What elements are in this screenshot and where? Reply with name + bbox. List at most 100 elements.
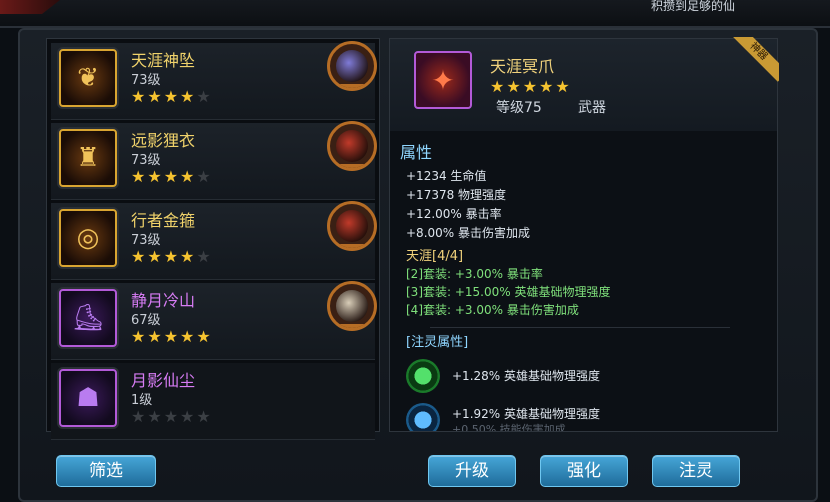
star-rating: ★★★★★ <box>131 87 213 106</box>
ribbon-label: 神器 <box>733 37 779 82</box>
equipped-hero-avatar[interactable] <box>327 281 377 331</box>
equipment-icon: ❦ <box>59 49 117 107</box>
star-icon: ★ <box>147 87 164 106</box>
set-title: 天涯[4/4] <box>406 249 464 264</box>
star-icon: ★ <box>490 77 507 96</box>
set-bonus: [4]套装: +3.00% 暴击伤害加成 <box>406 303 579 317</box>
infusion-heading: [注灵属性] <box>406 335 469 350</box>
armor-icon: ♜ <box>76 143 100 173</box>
star-rating: ★★★★★ <box>131 167 213 186</box>
star-icon: ★ <box>163 327 181 346</box>
stat-line: +12.00% 暴击率 <box>406 207 502 221</box>
equipment-name: 天涯神坠 <box>131 51 196 70</box>
equipment-list-item[interactable]: ☗ 月影仙尘 1级 ★★★★★ <box>51 363 375 440</box>
claw-weapon-icon: ✦ <box>431 63 455 97</box>
detail-equipment-icon: ✦ <box>414 51 472 109</box>
equipment-icon: ☗ <box>59 369 117 427</box>
star-icon: ★ <box>147 247 164 266</box>
star-icon: ★ <box>196 167 213 186</box>
ring-icon: ◎ <box>76 223 100 253</box>
star-icon: ★ <box>131 407 148 426</box>
filter-button[interactable]: 筛选 <box>56 455 156 487</box>
blue-infusion-orb-icon <box>406 403 440 431</box>
equipment-icon: ⛸ <box>59 289 117 347</box>
equipment-name: 月影仙尘 <box>131 371 196 390</box>
star-icon: ★ <box>147 327 164 346</box>
equipment-list-item[interactable]: ♜ 远影狸衣 73级 ★★★★★ <box>51 121 377 200</box>
detail-level: 等级75 <box>496 100 542 116</box>
top-notice: 积攒到足够的仙 <box>650 0 735 13</box>
star-icon: ★ <box>506 77 523 96</box>
hero-avatar-white <box>336 290 368 322</box>
infusion-row: +1.92% 英雄基础物理强度 +0.50% 技能伤害加成 <box>406 403 746 431</box>
star-icon: ★ <box>555 77 572 96</box>
equipment-level: 73级 <box>131 73 161 88</box>
star-rating: ★★★★★ <box>131 407 213 426</box>
section-divider <box>430 327 730 328</box>
equipment-name: 静月冷山 <box>131 291 196 310</box>
star-icon: ★ <box>131 327 148 346</box>
equipment-list: ❦ 天涯神坠 73级 ★★★★★ ♜ 远影狸衣 73级 ★★★★★ ◎ 行者金箍 73级 ★★★★★ ⛸… <box>46 38 380 440</box>
star-icon: ★ <box>131 87 148 106</box>
equipment-list-item[interactable]: ◎ 行者金箍 73级 ★★★★★ <box>51 201 377 280</box>
star-icon: ★ <box>196 247 213 266</box>
equipment-list-item[interactable]: ⛸ 静月冷山 67级 ★★★★★ <box>51 281 377 360</box>
boots-icon: ⛸ <box>71 303 105 333</box>
star-icon: ★ <box>196 407 213 426</box>
star-rating: ★★★★★ <box>131 327 213 346</box>
equipped-hero-avatar[interactable] <box>327 201 377 251</box>
set-bonus: [3]套装: +15.00% 英雄基础物理强度 <box>406 285 611 299</box>
enhance-button[interactable]: 强化 <box>540 455 628 487</box>
equipment-name: 远影狸衣 <box>131 131 196 150</box>
star-icon: ★ <box>163 87 181 106</box>
top-bar-decoration <box>0 0 60 14</box>
attributes-heading: 属性 <box>400 143 433 162</box>
set-bonus: [2]套装: +3.00% 暴击率 <box>406 267 543 281</box>
equipment-level: 73级 <box>131 153 161 168</box>
star-icon: ★ <box>180 327 197 346</box>
star-icon: ★ <box>196 327 213 346</box>
stat-line: +1234 生命值 <box>406 169 487 183</box>
star-icon: ★ <box>131 167 148 186</box>
detail-header: ✦ 天涯冥爪 ★★★★★ 等级75 武器 神器 <box>390 37 779 131</box>
infusion-subtext: +0.50% 技能伤害加成 <box>452 423 566 431</box>
cloak-icon: ☗ <box>76 383 100 413</box>
star-icon: ★ <box>522 77 540 96</box>
top-bar: 积攒到足够的仙 <box>0 0 830 28</box>
equipment-detail: ✦ 天涯冥爪 ★★★★★ 等级75 武器 神器 属性 +1234 生命值 +17… <box>389 37 779 432</box>
detail-equipment-name: 天涯冥爪 <box>490 57 555 76</box>
infusion-text: +1.92% 英雄基础物理强度 <box>452 407 600 421</box>
star-icon: ★ <box>539 77 556 96</box>
star-icon: ★ <box>147 407 164 426</box>
equipped-hero-avatar[interactable] <box>327 41 377 91</box>
stat-line: +8.00% 暴击伤害加成 <box>406 226 530 240</box>
star-icon: ★ <box>163 167 181 186</box>
equipment-level: 1级 <box>131 393 153 408</box>
star-icon: ★ <box>163 247 181 266</box>
hero-avatar-red <box>336 210 368 242</box>
star-icon: ★ <box>180 407 197 426</box>
star-icon: ★ <box>163 407 181 426</box>
upgrade-button[interactable]: 升级 <box>428 455 516 487</box>
green-infusion-orb-icon <box>406 359 440 393</box>
hero-avatar-blue <box>336 50 368 82</box>
star-icon: ★ <box>180 87 197 106</box>
equipped-hero-avatar[interactable] <box>327 121 377 171</box>
equipment-icon: ♜ <box>59 129 117 187</box>
star-icon: ★ <box>131 247 148 266</box>
infusion-row: +1.28% 英雄基础物理强度 <box>406 359 746 397</box>
star-icon: ★ <box>180 167 197 186</box>
stat-line: +17378 物理强度 <box>406 188 507 202</box>
star-icon: ★ <box>147 167 164 186</box>
star-icon: ★ <box>196 87 213 106</box>
star-icon: ★ <box>180 247 197 266</box>
detail-star-rating: ★★★★★ <box>490 77 572 96</box>
hero-avatar-red <box>336 130 368 162</box>
equipment-list-item[interactable]: ❦ 天涯神坠 73级 ★★★★★ <box>51 41 377 120</box>
infuse-button[interactable]: 注灵 <box>652 455 740 487</box>
artifact-ribbon: 神器 <box>733 37 779 83</box>
pendant-icon: ❦ <box>77 63 99 93</box>
equipment-icon: ◎ <box>59 209 117 267</box>
star-rating: ★★★★★ <box>131 247 213 266</box>
equipment-name: 行者金箍 <box>131 211 196 230</box>
